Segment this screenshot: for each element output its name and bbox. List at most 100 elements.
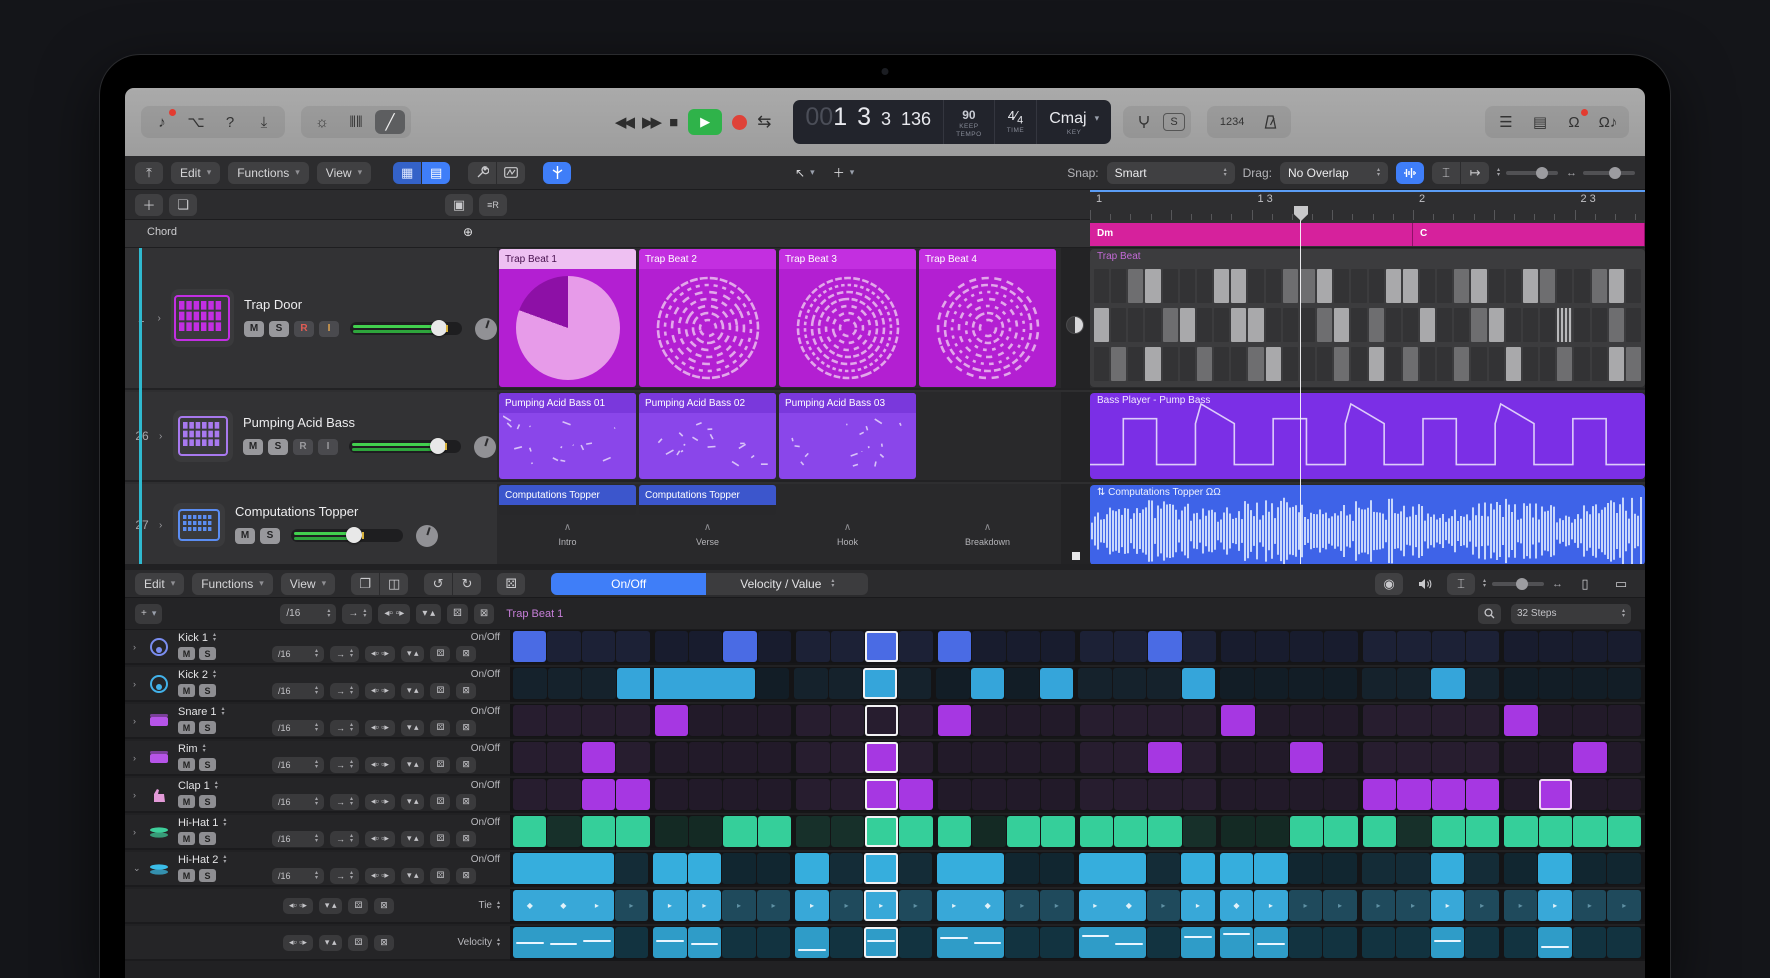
grid-view-icon[interactable]: ▦: [393, 162, 421, 184]
row-rate-dropdown[interactable]: /16▴▾: [272, 794, 324, 810]
step-cell[interactable]: [1608, 631, 1641, 662]
step-cell[interactable]: [971, 927, 1005, 958]
step-cell[interactable]: [1573, 742, 1606, 773]
playback-direction-dropdown[interactable]: →▴▾: [342, 604, 372, 624]
step-cell[interactable]: ▸: [1396, 890, 1430, 921]
input-monitor-button[interactable]: I: [319, 321, 339, 337]
row-disclosure-icon[interactable]: ›: [133, 679, 146, 689]
step-cell[interactable]: [758, 705, 791, 736]
step-cell[interactable]: [655, 816, 688, 847]
row-nudge-icons[interactable]: ◂▫ ▫▸: [365, 831, 395, 847]
row-disclosure-icon[interactable]: ›: [133, 716, 146, 726]
step-cell[interactable]: [1363, 742, 1396, 773]
catch-playhead-icon[interactable]: [543, 162, 571, 184]
step-cell[interactable]: ▸: [580, 890, 614, 921]
cell-inspector-icon[interactable]: ▣: [445, 194, 473, 216]
panel-wide-icon[interactable]: ▭: [1607, 573, 1635, 595]
step-cell[interactable]: [758, 631, 791, 662]
step-cell[interactable]: [830, 927, 864, 958]
step-cell[interactable]: [758, 742, 791, 773]
step-cell[interactable]: [513, 668, 547, 699]
loop-cell[interactable]: Pumping Acid Bass 01: [499, 393, 636, 479]
step-cell[interactable]: [795, 927, 829, 958]
step-cell[interactable]: ▸: [937, 890, 971, 921]
step-cell[interactable]: [938, 631, 971, 662]
row-nudge-icons[interactable]: ◂▫ ▫▸: [365, 868, 395, 884]
step-cell[interactable]: [1181, 853, 1215, 884]
step-cell[interactable]: [1255, 668, 1289, 699]
step-cell[interactable]: [796, 816, 829, 847]
row-header[interactable]: ⌄Hi-Hat 2▴▾On/OffMS/16▴▾→▴▾◂▫ ▫▸▾ ▴⚄⊠: [125, 852, 510, 887]
step-cell[interactable]: [1041, 742, 1074, 773]
step-cell[interactable]: [971, 668, 1005, 699]
row-clear-icon[interactable]: ⊠: [456, 868, 476, 884]
row-random-icon[interactable]: ⚄: [430, 646, 450, 662]
step-cell[interactable]: [1113, 668, 1147, 699]
step-cell[interactable]: ◆: [1220, 890, 1254, 921]
step-cell[interactable]: [513, 816, 546, 847]
step-cell[interactable]: [582, 779, 615, 810]
step-cell[interactable]: ▸: [1362, 890, 1396, 921]
subrow-header[interactable]: ◂▫ ▫▸▾ ▴⚄⊠Velocity▴▾: [125, 926, 510, 961]
horizontal-zoom-slider[interactable]: ↔: [1566, 167, 1635, 179]
step-cell[interactable]: [1573, 631, 1606, 662]
step-cell[interactable]: [1114, 742, 1147, 773]
step-cell[interactable]: [547, 853, 581, 884]
step-cell[interactable]: [1432, 816, 1465, 847]
step-cell[interactable]: [1007, 779, 1040, 810]
loop-cell[interactable]: Pumping Acid Bass 02: [639, 393, 776, 479]
step-cell[interactable]: [1078, 668, 1112, 699]
step-cell[interactable]: [1504, 779, 1537, 810]
menu-view[interactable]: View▾: [317, 162, 371, 184]
subrow-nudge-icons[interactable]: ◂▫ ▫▸: [283, 898, 313, 914]
step-cell[interactable]: [1432, 742, 1465, 773]
metronome-icon[interactable]: [1255, 110, 1285, 134]
step-cell[interactable]: ▸: [757, 890, 791, 921]
row-transpose-icons[interactable]: ▾ ▴: [401, 646, 425, 662]
row-header[interactable]: ›Hi-Hat 1▴▾On/OffMS/16▴▾→▴▾◂▫ ▫▸▾ ▴⚄⊠: [125, 815, 510, 850]
hide-grid-icon[interactable]: ⤒: [135, 162, 163, 184]
step-cell[interactable]: [1539, 668, 1573, 699]
step-cell[interactable]: [1220, 668, 1254, 699]
row-rate-dropdown[interactable]: /16▴▾: [272, 831, 324, 847]
step-cell[interactable]: [1324, 668, 1358, 699]
step-cell[interactable]: [513, 631, 546, 662]
input-monitor-button[interactable]: I: [318, 439, 338, 455]
step-cell[interactable]: [1041, 631, 1074, 662]
step-cell[interactable]: [796, 779, 829, 810]
row-direction-dropdown[interactable]: →▴▾: [330, 831, 359, 847]
row-random-icon[interactable]: ⚄: [430, 757, 450, 773]
pencil-tool-icon[interactable]: ╱: [375, 110, 405, 134]
step-cell[interactable]: [1290, 816, 1323, 847]
row-nudge-icons[interactable]: ◂▫ ▫▸: [365, 794, 395, 810]
row-solo-button[interactable]: S: [199, 684, 216, 697]
step-cell[interactable]: [1114, 631, 1147, 662]
row-direction-dropdown[interactable]: →▴▾: [330, 757, 359, 773]
step-cell[interactable]: [653, 927, 687, 958]
row-disclosure-icon[interactable]: ›: [133, 642, 146, 652]
step-cell[interactable]: [1005, 668, 1039, 699]
row-nudge-icons[interactable]: ◂▫ ▫▸: [365, 646, 395, 662]
row-solo-button[interactable]: S: [199, 758, 216, 771]
step-cell[interactable]: [1080, 705, 1113, 736]
row-mute-button[interactable]: M: [178, 832, 195, 845]
scene-chevron-icon[interactable]: ∧: [704, 522, 711, 533]
step-cell[interactable]: [723, 631, 756, 662]
scene-trigger[interactable]: ∧Breakdown: [919, 522, 1056, 566]
tuner-icon[interactable]: [1129, 110, 1159, 134]
step-cell[interactable]: [582, 631, 615, 662]
row-clear-icon[interactable]: ⊠: [456, 720, 476, 736]
lcd-display[interactable]: 001 3 3 136 90 KEEP TEMPO 4∕4 TIME Cmaj▾…: [793, 100, 1111, 144]
step-cell[interactable]: [830, 853, 864, 884]
step-cell[interactable]: [1080, 816, 1113, 847]
volume-handle[interactable]: [346, 527, 362, 543]
row-random-icon[interactable]: ⚄: [430, 831, 450, 847]
step-cell[interactable]: [513, 927, 547, 958]
subrow-clear-icon[interactable]: ⊠: [374, 935, 394, 951]
grid-arrange-divider[interactable]: [1061, 392, 1090, 480]
row-solo-button[interactable]: S: [199, 647, 216, 660]
step-cell[interactable]: [829, 668, 863, 699]
step-cell[interactable]: ▸: [1181, 890, 1215, 921]
step-cell-selected[interactable]: [1539, 779, 1572, 810]
step-cell[interactable]: [1397, 631, 1430, 662]
